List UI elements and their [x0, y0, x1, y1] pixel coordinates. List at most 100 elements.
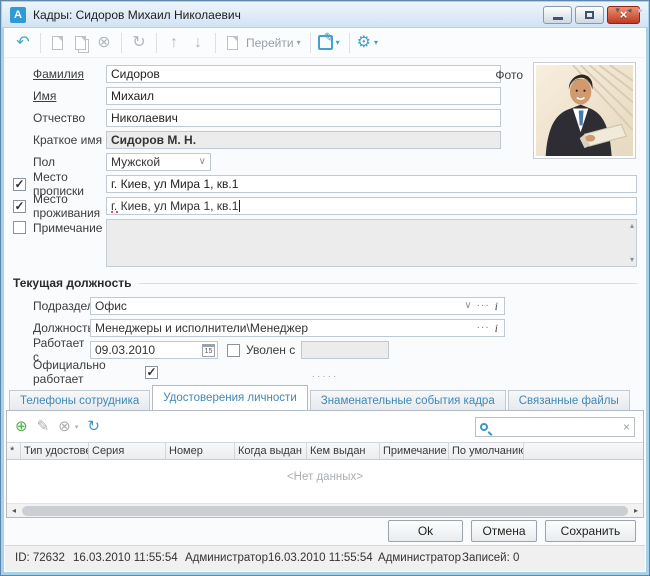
shortname-field: Сидоров М. Н.	[106, 131, 501, 149]
column-header-default[interactable]: По умолчанию	[449, 443, 524, 459]
column-header-issued-by[interactable]: Кем выдан	[307, 443, 380, 459]
column-header-number[interactable]: Номер	[166, 443, 235, 459]
toolbar-separator	[310, 33, 311, 53]
ellipsis-button[interactable]: ···	[477, 301, 490, 311]
tab-scroll-left-icon[interactable]: ◂	[627, 5, 632, 16]
toolbar-separator	[40, 33, 41, 53]
chevron-down-icon: ∨	[199, 157, 206, 167]
minimize-button[interactable]	[543, 6, 572, 24]
dismissed-date	[301, 341, 389, 359]
minimize-icon	[553, 17, 563, 20]
text-cursor	[239, 200, 240, 212]
gender-label: Пол	[33, 155, 106, 169]
tab-notable-events[interactable]: Знаменательные события кадра	[310, 390, 506, 410]
app-window: A Кадры: Сидоров Михаил Николаевич × ↶ ⊗…	[0, 0, 650, 576]
add-icon[interactable]: ⊕	[15, 419, 28, 434]
toolbar-separator	[349, 33, 350, 53]
gender-select[interactable]: Мужской ∨	[106, 153, 211, 171]
clear-search-icon[interactable]: ×	[623, 421, 630, 433]
department-combo[interactable]: Офис ∨ ··· i	[90, 297, 505, 315]
tab-related-files[interactable]: Связанные файлы	[508, 390, 630, 410]
toolbar-separator	[121, 33, 122, 53]
middlename-input[interactable]	[106, 109, 501, 127]
gear-icon[interactable]: ⚙	[357, 35, 371, 51]
restore-button[interactable]	[575, 6, 604, 24]
tab-phones[interactable]: Телефоны сотрудника	[9, 390, 150, 410]
tab-scroll-right-icon[interactable]: ▸	[638, 5, 643, 16]
registration-checkbox[interactable]: ✓	[13, 178, 26, 191]
horizontal-scrollbar[interactable]: ◂ ▸	[7, 503, 643, 517]
note-row: Примечание ▴ ▾	[13, 219, 637, 267]
column-header-series[interactable]: Серия	[89, 443, 166, 459]
residence-checkbox[interactable]: ✓	[13, 200, 26, 213]
grid-search: ×	[475, 417, 635, 437]
settings-dropdown-icon[interactable]: ▾	[374, 38, 378, 47]
section-divider	[139, 283, 638, 284]
job-combo[interactable]: Менеджеры и исполнители\Менеджер ··· i	[90, 319, 505, 337]
grid-body: <Нет данных>	[7, 460, 643, 503]
department-label: Подразделение	[33, 299, 90, 313]
splitter-handle[interactable]: ·····	[1, 373, 649, 381]
grid-toolbar: ⊕ ✎ ⊗ ▾ ↻ ×	[7, 411, 643, 442]
cancel-icon[interactable]: ⊗	[92, 35, 116, 51]
column-header-note[interactable]: Примечание	[380, 443, 449, 459]
scrollbar-thumb[interactable]	[22, 506, 628, 516]
scroll-right-icon[interactable]: ▸	[629, 506, 643, 515]
tab-list-icon[interactable]: ▾	[615, 5, 620, 16]
refresh-icon[interactable]: ↻	[127, 35, 151, 51]
note-label: Примечание	[33, 221, 106, 235]
records-count: Записей: 0	[462, 552, 519, 564]
ellipsis-button[interactable]: ···	[477, 323, 490, 333]
dismissed-checkbox[interactable]	[227, 344, 240, 357]
official-label: Официально работает	[33, 358, 145, 386]
middlename-label: Отчество	[33, 111, 106, 125]
residence-input[interactable]: г. Киев, ул Мира 1, кв.1	[106, 197, 637, 215]
edit-icon[interactable]: ✎	[318, 35, 333, 50]
column-header-filler	[524, 443, 643, 459]
scroll-left-icon[interactable]: ◂	[7, 506, 21, 515]
calendar-icon[interactable]: 15	[202, 344, 215, 357]
search-input[interactable]	[492, 419, 619, 435]
ok-button[interactable]: Ok	[388, 520, 463, 542]
modified-timestamp: 16.03.2010 11:55:54	[268, 552, 373, 564]
person-form: Фамилия Имя Отчество Краткое имя Сидоров…	[5, 58, 645, 378]
edit-dropdown-icon[interactable]: ▾	[336, 38, 340, 47]
scroll-down-icon[interactable]: ▾	[630, 256, 634, 264]
firstname-input[interactable]	[106, 87, 501, 105]
goto-button-label[interactable]: Перейти	[246, 36, 294, 50]
works-from-date[interactable]: 09.03.2010 15	[90, 341, 218, 359]
move-up-icon[interactable]: ↑	[162, 35, 186, 51]
column-header-marker[interactable]: *	[7, 443, 21, 459]
edit-pencil-icon[interactable]: ✎	[37, 419, 50, 434]
chevron-down-icon[interactable]: ∨	[464, 301, 471, 311]
column-header-doc-type[interactable]: Тип удостоверения	[21, 443, 89, 459]
refresh-icon[interactable]: ↻	[87, 419, 100, 434]
tab-identity-documents[interactable]: Удостоверения личности	[152, 385, 307, 410]
toolbar-separator	[215, 33, 216, 53]
copy-document-icon[interactable]	[75, 36, 86, 50]
info-button[interactable]: i	[495, 322, 500, 334]
resize-grip-icon[interactable]	[634, 560, 642, 568]
note-checkbox[interactable]	[13, 221, 26, 234]
delete-icon[interactable]: ⊗ ▾	[58, 419, 78, 434]
back-icon[interactable]: ↶	[11, 35, 35, 51]
lastname-input[interactable]	[106, 65, 501, 83]
title-bar: A Кадры: Сидоров Михаил Николаевич ×	[2, 2, 648, 28]
scroll-up-icon[interactable]: ▴	[630, 222, 634, 230]
new-document-icon[interactable]	[52, 36, 63, 50]
modified-by: Администратор	[378, 552, 461, 564]
firstname-label[interactable]: Имя	[33, 89, 106, 103]
photo-image[interactable]	[533, 62, 636, 159]
goto-dropdown-icon[interactable]: ▾	[297, 38, 301, 47]
goto-page-icon[interactable]	[227, 36, 238, 50]
department-row: Подразделение Офис ∨ ··· i	[13, 297, 637, 315]
lastname-label[interactable]: Фамилия	[33, 67, 106, 81]
tab-strip: Телефоны сотрудника Удостоверения личнос…	[5, 385, 645, 410]
restore-icon	[585, 11, 594, 19]
registration-input[interactable]	[106, 175, 637, 193]
info-button[interactable]: i	[495, 300, 500, 312]
cancel-button[interactable]: Отмена	[471, 520, 537, 542]
column-header-issued-when[interactable]: Когда выдан	[235, 443, 307, 459]
save-button[interactable]: Сохранить	[545, 520, 636, 542]
move-down-icon[interactable]: ↓	[186, 35, 210, 51]
